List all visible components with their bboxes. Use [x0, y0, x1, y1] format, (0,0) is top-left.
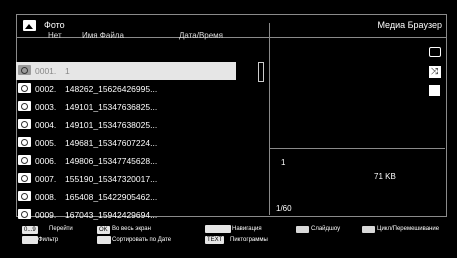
shuffle-icon	[429, 66, 441, 78]
text-key-icon: TEXT	[205, 236, 225, 244]
image-file-icon	[18, 155, 31, 165]
file-row[interactable]: 0004. 149101_15347638025...	[16, 116, 236, 134]
column-header-datetime: Дата/Время	[179, 31, 224, 40]
sort-key-icon	[97, 236, 111, 244]
filter-key-icon	[22, 236, 38, 244]
sort-label: Сортировать по Дате	[112, 237, 172, 243]
image-file-icon	[18, 119, 31, 129]
arrow-keys-icon	[205, 225, 231, 233]
file-size: 71 KB	[374, 172, 396, 181]
column-header-filename: Имя Файла	[82, 31, 124, 40]
stop-icon	[429, 85, 440, 96]
panel-divider-horizontal	[270, 148, 445, 149]
file-number: 0003.	[35, 102, 57, 112]
pictograms-label: Пиктограммы	[230, 237, 268, 243]
file-number: 0007.	[35, 174, 57, 184]
image-file-icon	[18, 101, 31, 111]
file-name: 155190_15347320017...	[65, 174, 158, 184]
file-name: 148262_15626426995...	[65, 84, 158, 94]
image-file-icon	[18, 209, 31, 219]
image-file-icon	[18, 65, 31, 75]
file-row[interactable]: 0007. 155190_15347320017...	[16, 170, 236, 188]
file-row[interactable]: 0001. 1	[16, 62, 236, 80]
file-name: 149806_15347745628...	[65, 156, 158, 166]
image-file-icon	[18, 191, 31, 201]
file-number: 0009.	[35, 210, 57, 220]
file-name: 165408_15422905462...	[65, 192, 158, 202]
file-row[interactable]: 0009. 167043_15942429694...	[16, 206, 236, 224]
loop-shuffle-label: Цикл/Перемешивание	[377, 226, 440, 232]
file-number: 0002.	[35, 84, 57, 94]
loop-key-icon	[362, 226, 375, 233]
slideshow-label: Слайдшоу	[311, 226, 341, 232]
file-number: 0004.	[35, 120, 57, 130]
file-list: 0001. 1 0002. 148262_15626426995... 0003…	[16, 50, 236, 224]
file-name: 149101_15347638025...	[65, 120, 158, 130]
navigation-label: Навигация	[232, 226, 262, 232]
file-row[interactable]: 0008. 165408_15422905462...	[16, 188, 236, 206]
image-file-icon	[18, 83, 31, 93]
file-row[interactable]: 0005. 149681_15347607224...	[16, 134, 236, 152]
column-header-number: Нет	[48, 31, 62, 40]
image-file-icon	[18, 137, 31, 147]
file-number: 0001.	[35, 66, 57, 76]
file-number: 0006.	[35, 156, 57, 166]
repeat-icon	[429, 47, 441, 57]
photo-icon	[23, 20, 36, 31]
file-name: 167043_15942429694...	[65, 210, 158, 220]
selected-file-name: 1	[281, 158, 286, 167]
page-counter: 1/60	[276, 204, 292, 213]
number-keys-icon: 0...9	[22, 226, 38, 234]
list-scrollbar[interactable]	[258, 62, 264, 82]
filter-label: Фильтр	[38, 237, 59, 243]
file-row[interactable]: 0002. 148262_15626426995...	[16, 80, 236, 98]
ok-key-icon: OK	[97, 226, 110, 234]
file-row[interactable]: 0003. 149101_15347636825...	[16, 98, 236, 116]
fullscreen-label: Во весь экран	[112, 226, 151, 232]
file-name: 149681_15347607224...	[65, 138, 158, 148]
file-row[interactable]: 0006. 149806_15347745628...	[16, 152, 236, 170]
slideshow-key-icon	[296, 226, 309, 233]
goto-label: Перейти	[49, 226, 73, 232]
image-file-icon	[18, 173, 31, 183]
file-name: 149101_15347636825...	[65, 102, 158, 112]
app-title: Медиа Браузер	[377, 20, 442, 30]
file-number: 0005.	[35, 138, 57, 148]
panel-divider-vertical	[269, 23, 270, 215]
file-number: 0008.	[35, 192, 57, 202]
page-title: Фото	[44, 20, 65, 30]
file-name: 1	[65, 66, 70, 76]
